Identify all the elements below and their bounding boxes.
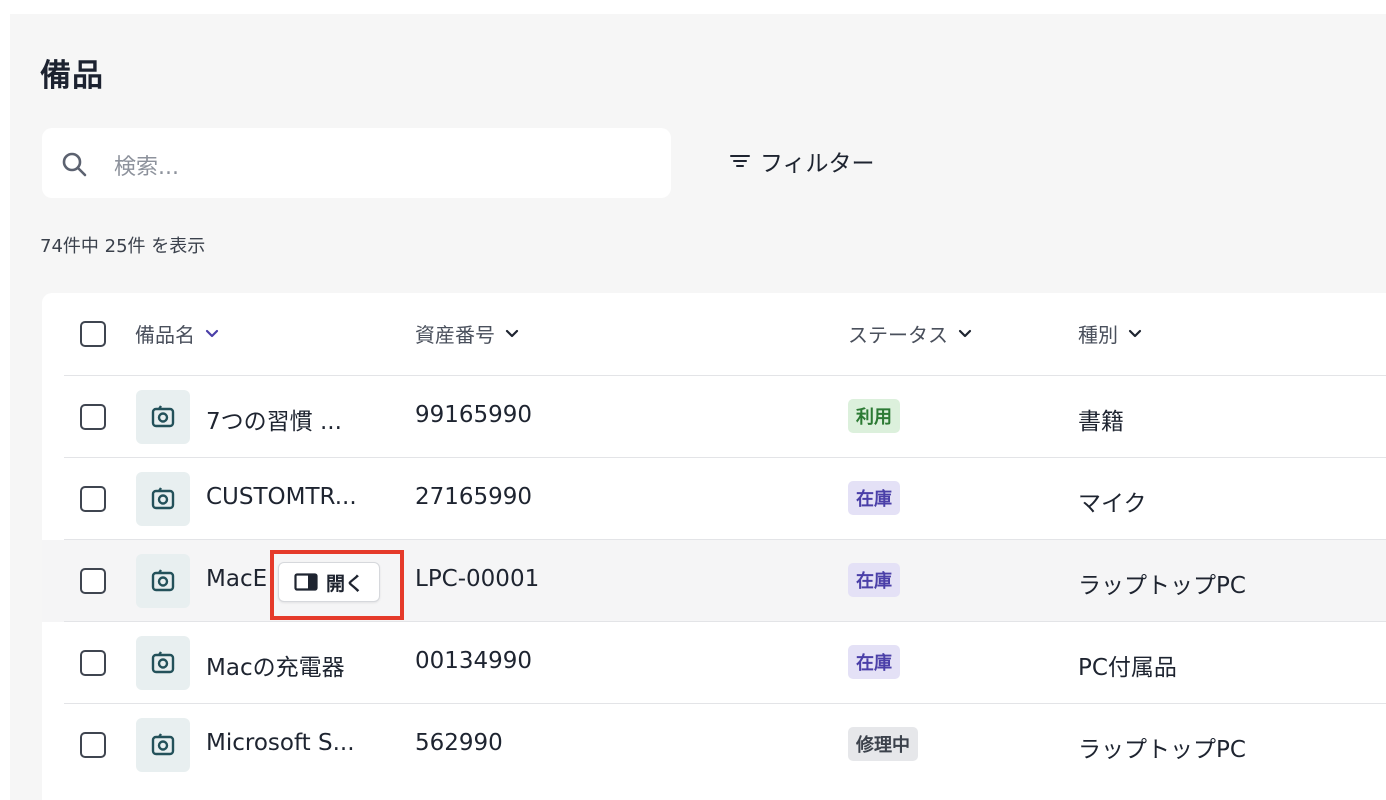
- table-row[interactable]: MacE 開く LPC-00001 在庫 ラップトップPC: [42, 540, 1386, 622]
- camera-icon: [151, 733, 175, 756]
- status-badge: 修理中: [848, 727, 918, 761]
- column-header-name[interactable]: 備品名: [135, 319, 219, 348]
- chevron-down-icon: [958, 329, 972, 337]
- chevron-down-icon: [205, 329, 219, 337]
- item-thumbnail: [136, 472, 190, 526]
- row-checkbox[interactable]: [80, 732, 106, 758]
- column-header-asset-no[interactable]: 資産番号: [415, 319, 519, 348]
- result-count: 74件中 25件 を表示: [40, 236, 206, 257]
- filter-label: フィルター: [760, 151, 875, 177]
- row-checkbox[interactable]: [80, 568, 106, 594]
- asset-number: 00134990: [415, 648, 533, 674]
- item-thumbnail: [136, 554, 190, 608]
- item-thumbnail: [136, 390, 190, 444]
- search-input[interactable]: 検索...: [42, 128, 671, 198]
- status-badge: 在庫: [848, 481, 900, 515]
- item-name: MacE: [206, 566, 268, 592]
- status-badge: 在庫: [848, 563, 900, 597]
- camera-icon: [151, 651, 175, 674]
- column-header-label: 種別: [1078, 323, 1118, 347]
- page-container: 備品 検索... フィルター 74件中 25件 を表示 備品名 資産番号 ステー…: [10, 14, 1386, 800]
- page-title: 備品: [40, 58, 104, 94]
- row-checkbox[interactable]: [80, 650, 106, 676]
- column-header-label: 資産番号: [415, 323, 495, 347]
- camera-icon: [151, 487, 175, 510]
- item-category: マイク: [1078, 491, 1147, 517]
- item-name: Microsoft S...: [206, 730, 355, 756]
- table-header: 備品名 資産番号 ステータス 種別: [42, 293, 1386, 376]
- row-checkbox[interactable]: [80, 486, 106, 512]
- item-name: CUSTOMTR...: [206, 484, 357, 510]
- camera-icon: [151, 569, 175, 592]
- table-row[interactable]: 7つの習慣 ... 99165990 利用 書籍: [42, 376, 1386, 458]
- item-name: 7つの習慣 ...: [206, 409, 342, 435]
- asset-number: 27165990: [415, 484, 533, 510]
- column-header-label: 備品名: [135, 323, 195, 347]
- item-category: ラップトップPC: [1078, 737, 1246, 763]
- status-badge: 利用: [848, 399, 900, 433]
- table-row[interactable]: CUSTOMTR... 27165990 在庫 マイク: [42, 458, 1386, 540]
- status-badge: 在庫: [848, 645, 900, 679]
- asset-number: 562990: [415, 730, 503, 756]
- filter-button[interactable]: フィルター: [730, 142, 875, 180]
- chevron-down-icon: [505, 329, 519, 337]
- item-thumbnail: [136, 718, 190, 772]
- asset-number: 99165990: [415, 402, 533, 428]
- item-category: 書籍: [1078, 409, 1124, 435]
- column-header-category[interactable]: 種別: [1078, 319, 1142, 348]
- item-category: ラップトップPC: [1078, 573, 1246, 599]
- side-panel-icon: [294, 573, 318, 591]
- equipment-table: 備品名 資産番号 ステータス 種別 7つの習慣 ... 99165990 利用 …: [42, 293, 1386, 800]
- open-button-label: 開く: [325, 572, 364, 595]
- asset-number: LPC-00001: [415, 566, 540, 592]
- open-button[interactable]: 開く: [278, 562, 380, 602]
- column-header-status[interactable]: ステータス: [848, 319, 972, 348]
- search-placeholder: 検索...: [114, 155, 179, 180]
- table-row[interactable]: Microsoft S... 562990 修理中 ラップトップPC: [42, 704, 1386, 786]
- item-category: PC付属品: [1078, 655, 1177, 681]
- camera-icon: [151, 405, 175, 428]
- chevron-down-icon: [1128, 329, 1142, 337]
- row-checkbox[interactable]: [80, 404, 106, 430]
- item-name: Macの充電器: [206, 655, 345, 681]
- column-header-label: ステータス: [848, 323, 948, 347]
- table-row[interactable]: Macの充電器 00134990 在庫 PC付属品: [42, 622, 1386, 704]
- search-icon: [62, 152, 87, 177]
- item-thumbnail: [136, 636, 190, 690]
- filter-icon: [730, 155, 750, 167]
- select-all-checkbox[interactable]: [80, 321, 106, 347]
